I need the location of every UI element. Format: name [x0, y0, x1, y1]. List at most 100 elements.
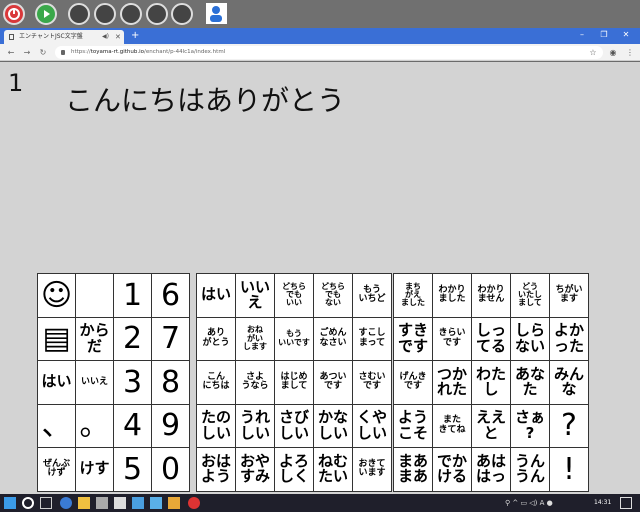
key-button[interactable]: 9 — [152, 404, 189, 447]
key-button[interactable]: さぁ ? — [511, 404, 549, 447]
key-button[interactable]: ちがい ます — [550, 274, 588, 317]
key-button[interactable]: どう いたし まして — [511, 274, 549, 317]
key-button[interactable]: おや すみ — [236, 448, 274, 491]
key-button[interactable]: はい — [38, 361, 75, 404]
tray-icons[interactable]: ⚲ ^ ▭ ◁) A ● — [505, 494, 553, 512]
key-button[interactable]: 5 — [114, 448, 151, 491]
notification-icon[interactable] — [620, 497, 632, 509]
key-button[interactable]: ええ と — [472, 404, 510, 447]
key-button[interactable]: 7 — [152, 317, 189, 360]
bookmark-star-icon[interactable]: ☆ — [587, 44, 599, 61]
key-button[interactable]: ? — [550, 404, 588, 447]
menu-icon[interactable]: ⋮ — [624, 44, 636, 61]
minimize-icon[interactable]: – — [572, 28, 592, 42]
key-button[interactable]: ▤ — [38, 317, 75, 360]
key-button[interactable]: まあ まあ — [394, 448, 432, 491]
key-button[interactable]: でか ける — [433, 448, 471, 491]
key-button[interactable]: おね がい します — [236, 317, 274, 360]
mail-icon[interactable] — [114, 497, 126, 509]
key-button[interactable]: もう いいです — [275, 317, 313, 360]
app-icon[interactable] — [168, 497, 180, 509]
app-icon[interactable] — [132, 497, 144, 509]
key-button[interactable]: 0 — [152, 448, 189, 491]
key-button[interactable]: 、 — [38, 404, 75, 447]
key-button[interactable]: わた し — [472, 361, 510, 404]
key-button[interactable]: どちら でも いい — [275, 274, 313, 317]
mouse-minus-icon[interactable] — [171, 3, 193, 25]
key-button[interactable]: 3 — [114, 361, 151, 404]
key-button[interactable]: げんき です — [394, 361, 432, 404]
mouse-icon[interactable] — [68, 3, 90, 25]
key-button[interactable]: つか れた — [433, 361, 471, 404]
mouse-icon[interactable] — [94, 3, 116, 25]
key-button[interactable]: しら ない — [511, 317, 549, 360]
key-button[interactable]: わかり ました — [433, 274, 471, 317]
chrome-icon[interactable] — [188, 497, 200, 509]
key-button[interactable]: うん うん — [511, 448, 549, 491]
key-button[interactable]: すき です — [394, 317, 432, 360]
key-button[interactable]: いいえ — [76, 361, 113, 404]
key-button[interactable]: おきて います — [353, 448, 391, 491]
key-button[interactable]: 。 — [76, 404, 113, 447]
search-icon[interactable] — [22, 497, 34, 509]
key-button[interactable]: ☺ — [38, 274, 75, 317]
back-icon[interactable]: ← — [5, 44, 17, 61]
key-button[interactable]: まち がえ ました — [394, 274, 432, 317]
key-button[interactable]: たの しい — [197, 404, 235, 447]
edge-icon[interactable] — [60, 497, 72, 509]
restore-icon[interactable]: ❐ — [594, 28, 614, 42]
new-tab-icon[interactable]: + — [131, 28, 139, 44]
key-button[interactable]: うれ しい — [236, 404, 274, 447]
key-button[interactable]: 1 — [114, 274, 151, 317]
reload-icon[interactable]: ↻ — [37, 44, 49, 61]
key-button[interactable]: さよ うなら — [236, 361, 274, 404]
key-button[interactable]: ! — [550, 448, 588, 491]
key-button[interactable]: 4 — [114, 404, 151, 447]
key-button[interactable]: よか った — [550, 317, 588, 360]
key-button[interactable]: 2 — [114, 317, 151, 360]
key-button[interactable]: おは よう — [197, 448, 235, 491]
key-button[interactable]: すこし まって — [353, 317, 391, 360]
key-button[interactable]: さび しい — [275, 404, 313, 447]
key-button[interactable]: また きてね — [433, 404, 471, 447]
key-button[interactable]: 6 — [152, 274, 189, 317]
key-button[interactable]: あつい です — [314, 361, 352, 404]
key-button[interactable]: はい — [197, 274, 235, 317]
close-tab-icon[interactable]: ✕ — [115, 30, 121, 44]
power-icon[interactable] — [3, 3, 25, 25]
key-button[interactable]: いい え — [236, 274, 274, 317]
key-button[interactable]: みん な — [550, 361, 588, 404]
task-view-icon[interactable] — [40, 497, 52, 509]
folder-icon[interactable] — [78, 497, 90, 509]
mouse-icon[interactable] — [120, 3, 142, 25]
key-button[interactable]: ねむ たい — [314, 448, 352, 491]
key-button[interactable]: ごめん なさい — [314, 317, 352, 360]
key-button[interactable]: あは はっ — [472, 448, 510, 491]
play-icon[interactable] — [35, 3, 57, 25]
key-button[interactable]: から だ — [76, 317, 113, 360]
user-icon[interactable] — [206, 3, 227, 24]
key-button[interactable]: しっ てる — [472, 317, 510, 360]
key-button[interactable]: 8 — [152, 361, 189, 404]
key-button[interactable] — [76, 274, 113, 317]
key-button[interactable]: よう こそ — [394, 404, 432, 447]
key-button[interactable]: どちら でも ない — [314, 274, 352, 317]
speaker-icon[interactable]: ◀) — [102, 30, 109, 44]
mouse-plus-icon[interactable] — [146, 3, 168, 25]
store-icon[interactable] — [96, 497, 108, 509]
key-button[interactable]: さむい です — [353, 361, 391, 404]
windows-start-icon[interactable] — [4, 497, 16, 509]
key-button[interactable]: くや しい — [353, 404, 391, 447]
key-button[interactable]: きらい です — [433, 317, 471, 360]
app-icon[interactable] — [150, 497, 162, 509]
key-button[interactable]: わかり ません — [472, 274, 510, 317]
key-button[interactable]: もう いちど — [353, 274, 391, 317]
key-button[interactable]: あな た — [511, 361, 549, 404]
key-button[interactable]: あり がとう — [197, 317, 235, 360]
profile-icon[interactable]: ◉ — [607, 44, 619, 61]
key-button[interactable]: かな しい — [314, 404, 352, 447]
key-button[interactable]: けす — [76, 448, 113, 491]
key-button[interactable]: よろ しく — [275, 448, 313, 491]
address-bar[interactable]: https://toyama-rt.github.io/enchant/p-44… — [55, 46, 603, 59]
key-button[interactable]: こん にちは — [197, 361, 235, 404]
